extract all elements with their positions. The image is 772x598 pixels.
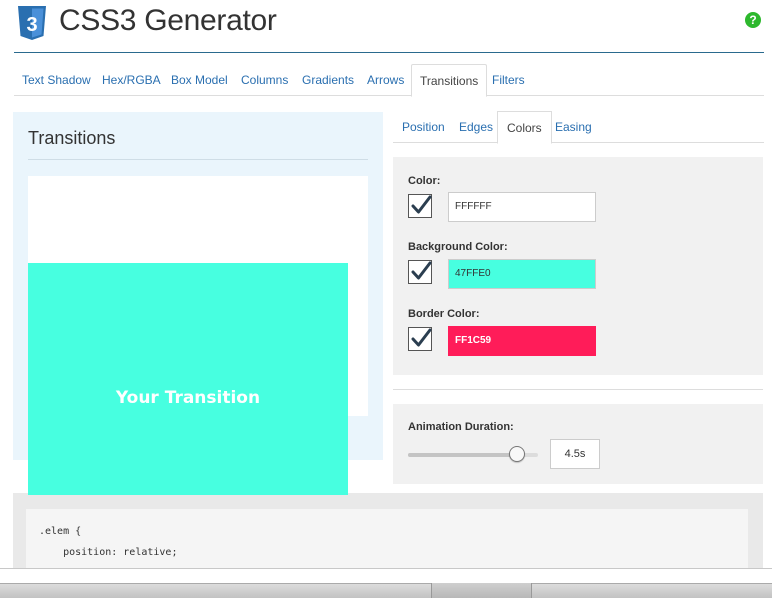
- checkmark-icon: [411, 328, 432, 347]
- color-checkbox[interactable]: [408, 194, 432, 218]
- background-color-input[interactable]: 47FFE0: [448, 259, 596, 289]
- tab-position[interactable]: Position: [393, 111, 454, 143]
- title-divider: [28, 159, 368, 160]
- animation-duration-label: Animation Duration:: [408, 421, 514, 433]
- code-line: .elem {: [39, 526, 82, 537]
- duration-input[interactable]: 4.5s: [550, 439, 600, 469]
- color-label: Color:: [408, 175, 441, 187]
- transition-settings-tabs: Position Edges Colors Easing: [393, 111, 764, 144]
- app-title: CSS3 Generator: [59, 4, 277, 37]
- colors-panel: Color: FFFFFF Background Color: 47FFE0 B…: [393, 157, 763, 375]
- tab-box-model[interactable]: Box Model: [163, 64, 236, 96]
- tab-colors[interactable]: Colors: [497, 111, 552, 144]
- css3-logo-icon: 3: [17, 5, 47, 46]
- border-color-label: Border Color:: [408, 308, 480, 320]
- background-color-label: Background Color:: [408, 241, 508, 253]
- animation-duration-panel: Animation Duration: 4.5s: [393, 404, 763, 484]
- tab-edges[interactable]: Edges: [450, 111, 502, 143]
- checkmark-icon: [411, 261, 432, 280]
- svg-text:3: 3: [26, 14, 37, 36]
- preview-text: Your Transition: [115, 388, 261, 408]
- tab-hex-rgba[interactable]: Hex/RGBA: [94, 64, 169, 96]
- transition-preview-box[interactable]: Your Transition: [28, 263, 348, 495]
- window-bottom-bar: [0, 568, 772, 598]
- border-color-checkbox[interactable]: [408, 327, 432, 351]
- duration-slider-fill: [408, 453, 518, 457]
- tab-filters[interactable]: Filters: [484, 64, 533, 96]
- color-input[interactable]: FFFFFF: [448, 192, 596, 222]
- code-line: position: relative;: [39, 547, 178, 558]
- tab-gradients[interactable]: Gradients: [294, 64, 362, 96]
- tab-transitions[interactable]: Transitions: [411, 64, 488, 97]
- bottom-scrollbar[interactable]: [0, 583, 772, 598]
- background-color-checkbox[interactable]: [408, 260, 432, 284]
- duration-slider-handle[interactable]: [509, 446, 526, 462]
- tab-easing[interactable]: Easing: [546, 111, 601, 143]
- panel-title: Transitions: [28, 128, 116, 148]
- section-divider: [393, 389, 763, 390]
- tab-arrows[interactable]: Arrows: [359, 64, 412, 96]
- app-header: 3 CSS3 Generator ?: [14, 0, 764, 53]
- tab-columns[interactable]: Columns: [233, 64, 296, 96]
- help-icon[interactable]: ?: [745, 12, 761, 28]
- tab-text-shadow[interactable]: Text Shadow: [14, 64, 99, 96]
- bottom-scrollbar-thumb[interactable]: [431, 583, 532, 598]
- border-color-input[interactable]: FF1C59: [448, 326, 596, 356]
- generator-tabs: Text Shadow Hex/RGBA Box Model Columns G…: [14, 64, 764, 97]
- checkmark-icon: [411, 195, 432, 214]
